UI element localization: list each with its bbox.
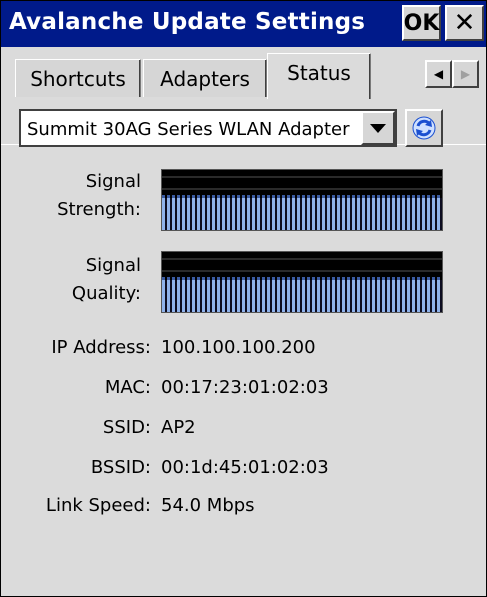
tab-shortcuts[interactable]: Shortcuts [15, 59, 141, 97]
signal-strength-label-line2: Strength: [57, 199, 141, 220]
link-speed-value: 54.0 Mbps [161, 495, 255, 516]
bssid-value: 00:1d:45:01:02:03 [161, 457, 329, 478]
refresh-icon [412, 116, 436, 140]
tab-status[interactable]: Status [267, 53, 371, 99]
adapter-select-value: Summit 30AG Series WLAN Adapter [27, 119, 350, 140]
signal-quality-label-line2: Quality: [71, 283, 141, 304]
settings-window: Avalanche Update Settings OK ✕ Shortcuts… [0, 0, 487, 597]
refresh-button[interactable] [405, 109, 443, 147]
ok-button[interactable]: OK [402, 5, 441, 41]
mac-label: MAC: [104, 377, 151, 398]
close-button[interactable]: ✕ [445, 5, 484, 41]
bssid-label: BSSID: [90, 457, 151, 478]
link-speed-label: Link Speed: [45, 495, 151, 516]
tab-strip: Shortcuts Adapters Status [1, 47, 486, 145]
adapter-select[interactable]: Summit 30AG Series WLAN Adapter [19, 109, 397, 147]
tab-scroll-right-button[interactable]: ▶ [452, 60, 479, 88]
tab-adapters[interactable]: Adapters [143, 59, 267, 97]
window-title: Avalanche Update Settings [9, 9, 366, 35]
arrow-right-icon: ▶ [460, 67, 471, 81]
arrow-left-icon: ◀ [433, 67, 444, 81]
close-icon: ✕ [453, 8, 476, 38]
ssid-label: SSID: [102, 417, 151, 438]
mac-value: 00:17:23:01:02:03 [161, 377, 329, 398]
adapter-select-dropdown-button[interactable] [361, 111, 395, 145]
ssid-value: AP2 [161, 417, 196, 438]
signal-strength-label-line1: Signal [85, 171, 141, 192]
ip-address-label: IP Address: [51, 337, 151, 358]
ip-address-value: 100.100.100.200 [161, 337, 316, 358]
signal-quality-label-line1: Signal [85, 255, 141, 276]
title-bar: Avalanche Update Settings OK ✕ [1, 1, 486, 47]
chevron-down-icon [370, 123, 386, 133]
signal-strength-meter [161, 169, 443, 231]
signal-quality-meter [161, 251, 443, 313]
tab-scroll-arrows: ◀ ▶ [425, 60, 481, 88]
tab-scroll-left-button[interactable]: ◀ [425, 60, 452, 88]
